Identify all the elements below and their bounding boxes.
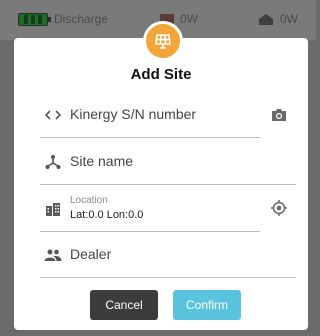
gps-target-icon[interactable]: [270, 199, 288, 217]
camera-icon[interactable]: [270, 106, 288, 124]
discharge-label: Discharge: [54, 12, 109, 26]
location-label: Location: [70, 195, 108, 206]
sites-tree-icon: [44, 153, 62, 171]
serial-field[interactable]: Kinergy S/N number: [40, 92, 260, 138]
dealer-placeholder: Dealer: [70, 246, 112, 262]
site-name-field[interactable]: Site name: [40, 139, 296, 185]
people-icon: [44, 246, 62, 264]
cancel-button[interactable]: Cancel: [90, 290, 158, 320]
location-field[interactable]: Location Lat:0.0 Lon:0.0: [40, 186, 260, 232]
site-name-underline: [40, 184, 296, 185]
code-brackets-icon: [44, 106, 62, 124]
discharge-status: Discharge: [18, 11, 108, 27]
location-value: Lat:0.0 Lon:0.0: [70, 209, 144, 221]
confirm-button[interactable]: Confirm: [173, 290, 241, 320]
serial-underline: [40, 137, 260, 138]
dealer-field[interactable]: Dealer: [40, 232, 296, 278]
house-icon: [259, 14, 273, 25]
home-power-value: 0W: [280, 12, 298, 26]
building-icon: [44, 200, 62, 218]
dealer-underline: [40, 277, 296, 278]
serial-placeholder: Kinergy S/N number: [70, 106, 197, 122]
site-name-placeholder: Site name: [70, 153, 134, 169]
battery-icon: [18, 12, 51, 26]
grid-power-value: 0W: [180, 12, 198, 26]
home-power-status: 0W: [258, 11, 298, 27]
solar-panel-icon: [143, 21, 183, 61]
dialog-title: Add Site: [130, 66, 192, 83]
